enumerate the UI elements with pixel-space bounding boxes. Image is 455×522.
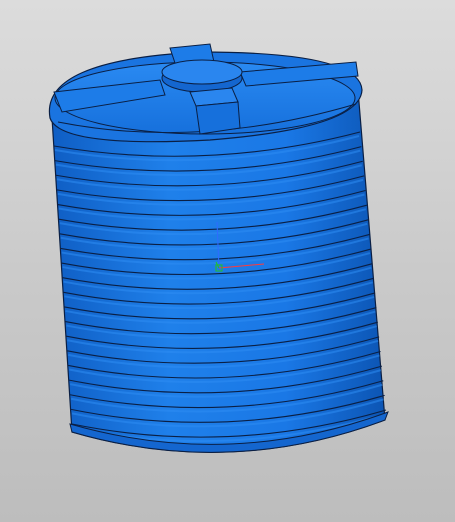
model-canvas[interactable] bbox=[0, 0, 455, 522]
3d-viewport[interactable] bbox=[0, 0, 455, 522]
lid-cap bbox=[161, 59, 243, 85]
lid-block-front bbox=[195, 101, 241, 135]
